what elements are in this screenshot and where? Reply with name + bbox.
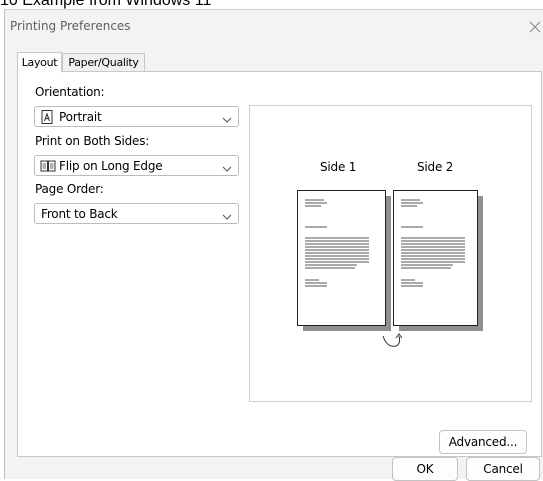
- layout-preview: Side 1 Side 2: [249, 105, 532, 402]
- cancel-button[interactable]: Cancel: [466, 457, 540, 481]
- ok-button[interactable]: OK: [392, 457, 458, 481]
- page-order-value: Front to Back: [41, 207, 118, 221]
- advanced-button[interactable]: Advanced...: [439, 430, 527, 454]
- side-2-label: Side 2: [417, 160, 454, 174]
- tab-paper-quality[interactable]: Paper/Quality: [62, 53, 145, 72]
- chevron-down-icon: [222, 162, 232, 172]
- page-order-dropdown[interactable]: Front to Back: [34, 203, 239, 224]
- page-order-label: Page Order:: [35, 182, 104, 196]
- orientation-value: Portrait: [59, 110, 102, 124]
- dialog-title: Printing Preferences: [10, 19, 131, 33]
- print-both-sides-label: Print on Both Sides:: [35, 134, 150, 148]
- print-both-sides-value: Flip on Long Edge: [59, 159, 163, 173]
- duplex-pages-illustration: [297, 190, 483, 347]
- side-1-label: Side 1: [320, 160, 357, 174]
- flip-long-edge-icon: [40, 159, 56, 173]
- flip-arrow-icon: [382, 333, 403, 347]
- tab-layout[interactable]: Layout: [17, 52, 62, 73]
- printing-preferences-dialog: Printing Preferences Layout Paper/Qualit…: [4, 9, 543, 481]
- chevron-down-icon: [222, 113, 232, 123]
- title-bar: Printing Preferences: [5, 10, 543, 42]
- figure-caption: 10 Example from Windows 11: [0, 0, 212, 9]
- layout-tab-panel: Orientation: Portrait Print on Both Side…: [17, 71, 542, 457]
- orientation-dropdown[interactable]: Portrait: [34, 106, 239, 127]
- print-both-sides-dropdown[interactable]: Flip on Long Edge: [34, 155, 239, 176]
- close-icon[interactable]: [529, 21, 543, 35]
- portrait-page-icon: [40, 110, 54, 124]
- orientation-label: Orientation:: [35, 85, 105, 99]
- chevron-down-icon: [222, 210, 232, 220]
